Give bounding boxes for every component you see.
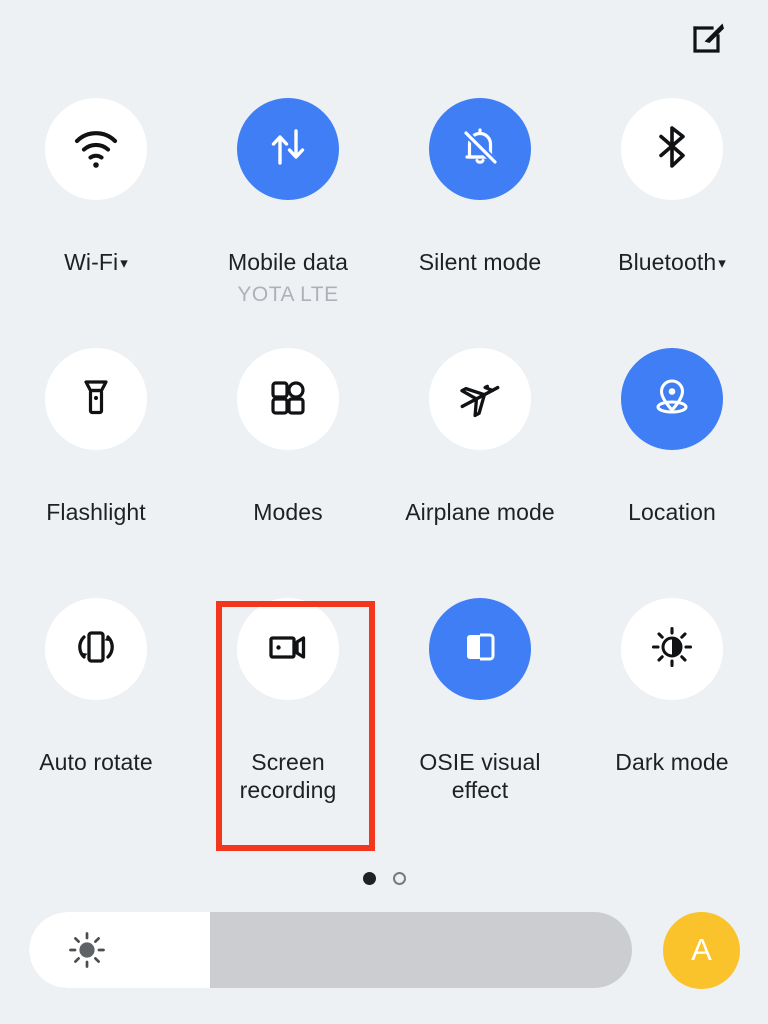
tile-osie-visual-effect-label: OSIE visual effect: [419, 749, 541, 803]
tile-silent-mode[interactable]: Silent mode: [384, 98, 576, 348]
tile-screen-recording-label-alt: Auto rotate: [39, 749, 153, 775]
bluetooth-icon: [647, 122, 697, 177]
tile-screen-recording[interactable]: Screen recording: [192, 598, 384, 848]
tile-wifi-toggle[interactable]: [45, 98, 147, 200]
tile-modes-toggle[interactable]: [237, 348, 339, 450]
auto-rotate-icon: [71, 622, 121, 677]
auto-brightness-label: A: [691, 932, 712, 967]
modes-grid-icon: [264, 373, 312, 426]
tile-screen-recording-toggle[interactable]: [237, 598, 339, 700]
tile-silent-mode-label: Silent mode: [418, 249, 542, 275]
tile-dark-mode-label: Dark mode: [615, 749, 729, 775]
tile-screen-recording-label: Screen recording: [239, 749, 337, 803]
edit-pencil-square-icon: [691, 19, 727, 60]
tile-silent-mode-toggle[interactable]: [429, 98, 531, 200]
tile-wifi[interactable]: Wi-Fi ▾: [0, 98, 192, 348]
quick-settings-row: Wi-Fi ▾ Mobile data YOTA LTE Silent mode…: [0, 98, 768, 348]
tile-wifi-label: Wi-Fi ▾: [64, 249, 128, 275]
tile-mobile-data-carrier: YOTA LTE: [237, 283, 339, 306]
location-pin-icon: [647, 372, 697, 427]
brightness-slider-fill: [29, 912, 210, 988]
tile-airplane-mode-toggle[interactable]: [429, 348, 531, 450]
tile-dark-mode[interactable]: Dark mode: [576, 598, 768, 848]
tile-mobile-data-label: Mobile data: [227, 249, 348, 275]
tile-bluetooth-label: Bluetooth ▾: [618, 249, 726, 275]
screen-recording-icon: [264, 623, 312, 676]
tile-modes-label: Modes: [253, 499, 323, 525]
page-indicator: [0, 872, 768, 885]
tile-flashlight-label: Flashlight: [46, 499, 146, 525]
edit-button[interactable]: [687, 17, 731, 61]
tile-flashlight-toggle[interactable]: [45, 348, 147, 450]
brightness-sun-icon: [65, 928, 109, 972]
chevron-down-icon[interactable]: ▾: [120, 255, 128, 272]
tile-airplane-mode-label: Airplane mode: [405, 499, 555, 525]
tile-auto-rotate-toggle[interactable]: [45, 598, 147, 700]
dark-mode-icon: [647, 622, 697, 677]
quick-settings-topbar: [0, 0, 768, 78]
chevron-down-icon[interactable]: ▾: [718, 255, 726, 272]
tile-airplane-mode[interactable]: Airplane mode: [384, 348, 576, 598]
tile-osie-visual-effect[interactable]: OSIE visual effect: [384, 598, 576, 848]
auto-brightness-button[interactable]: A: [663, 911, 740, 989]
quick-settings-row: Flashlight Modes Airplane mode Location: [0, 348, 768, 598]
flashlight-icon: [72, 373, 120, 426]
tile-auto-rotate[interactable]: Auto rotate: [0, 598, 192, 848]
tile-modes[interactable]: Modes: [192, 348, 384, 598]
wifi-icon: [70, 121, 122, 178]
tile-bluetooth[interactable]: Bluetooth ▾: [576, 98, 768, 348]
mobile-data-icon: [263, 122, 313, 177]
tile-mobile-data-toggle[interactable]: [237, 98, 339, 200]
quick-settings-grid: Wi-Fi ▾ Mobile data YOTA LTE Silent mode…: [0, 98, 768, 848]
brightness-row: A: [0, 908, 768, 992]
brightness-slider[interactable]: [29, 912, 632, 988]
tile-mobile-data[interactable]: Mobile data YOTA LTE: [192, 98, 384, 348]
bell-off-icon: [455, 122, 505, 177]
tile-location-toggle[interactable]: [621, 348, 723, 450]
page-dot-1[interactable]: [362, 872, 376, 885]
quick-settings-row: Auto rotate Screen recording OSIE visual…: [0, 598, 768, 848]
airplane-icon: [454, 371, 506, 428]
tile-location[interactable]: Location: [576, 348, 768, 598]
tile-dark-mode-toggle[interactable]: [621, 598, 723, 700]
osie-split-icon: [456, 623, 504, 676]
tile-osie-visual-effect-toggle[interactable]: [429, 598, 531, 700]
tile-bluetooth-toggle[interactable]: [621, 98, 723, 200]
tile-location-label: Location: [628, 499, 716, 525]
tile-flashlight[interactable]: Flashlight: [0, 348, 192, 598]
page-dot-2[interactable]: [392, 872, 406, 885]
